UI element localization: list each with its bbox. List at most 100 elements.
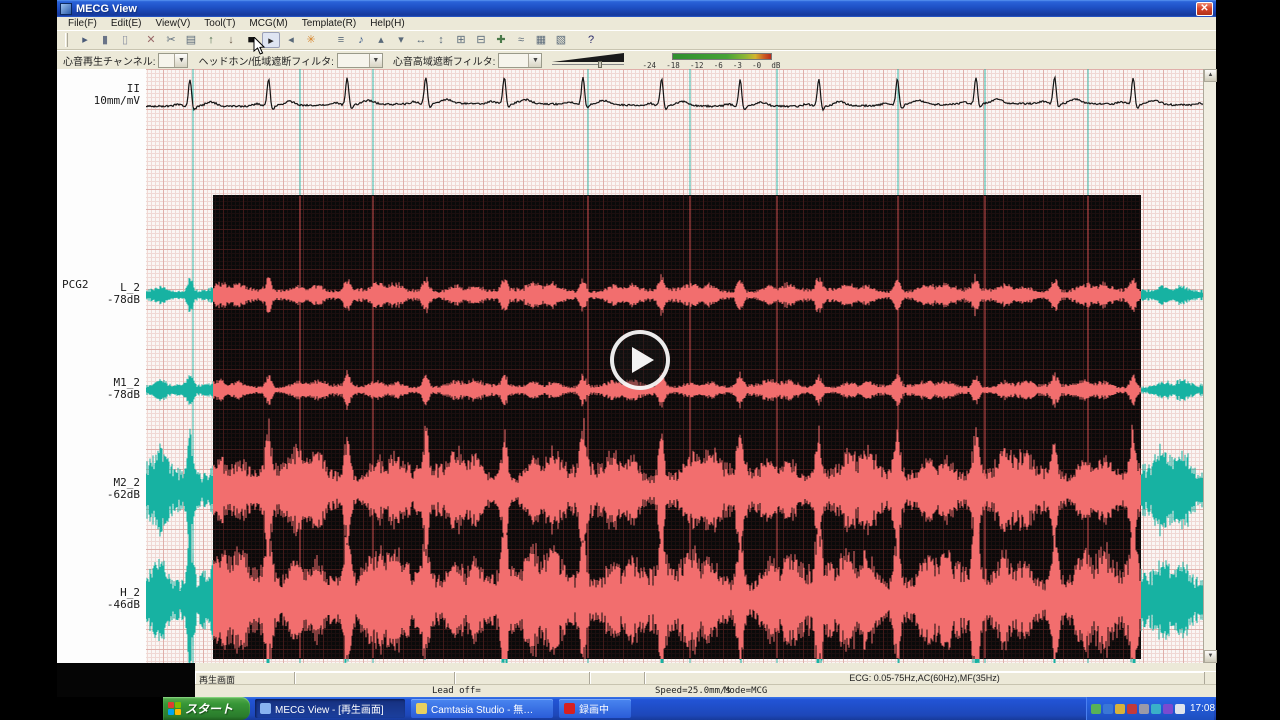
taskbar: スタート MECG View - [再生画面] Camtasia Studio -… [0,697,1280,720]
task-button-icon [260,703,271,714]
channel-combobox[interactable]: ▼ [158,53,188,68]
menu-item-1[interactable]: Edit(E) [104,17,149,30]
highcut-combobox-arrow-icon[interactable]: ▼ [528,54,541,67]
volume-slider-thumb[interactable] [598,61,602,68]
titlebar[interactable]: MECG View ✕ [57,0,1216,17]
toolbar-icon-24[interactable]: ▦ [532,32,550,48]
level-meter [672,53,772,60]
tray-icon-6[interactable] [1163,704,1173,714]
toolbar-icon-15[interactable]: ♪ [352,32,370,48]
toolbar-icon-11[interactable]: ◂ [282,32,300,48]
status-bar-secondary: Lead off= Speed=25.0mm/s Mode=MCG [195,684,1216,697]
toolbar-icon-23[interactable]: ≈ [512,32,530,48]
toolbar-icon-12[interactable]: ✳ [302,32,320,48]
volume-wedge[interactable] [552,52,628,69]
toolbar-icon-8[interactable]: ↓ [222,32,240,48]
task-button-2[interactable]: 録画中 [559,699,631,718]
toolbar-icon-18[interactable]: ↔ [412,32,430,48]
menu-item-6[interactable]: Help(H) [363,17,411,30]
task-button-0[interactable]: MECG View - [再生画面] [255,699,405,718]
sound-toolbar: 心音再生チャンネル: ▼ ヘッドホン/低域遮断フィルタ: ▼ 心音高域遮断フィル… [57,50,1216,69]
taskbar-strip: スタート MECG View - [再生画面] Camtasia Studio -… [163,697,1216,720]
toolbar-icon-17[interactable]: ▾ [392,32,410,48]
play-icon [632,347,654,373]
toolbar-icon-21[interactable]: ⊟ [472,32,490,48]
lowcut-filter-label: ヘッドホン/低域遮断フィルタ: [198,53,333,68]
channel-label-band [57,69,146,663]
volume-wedge-icon [552,52,628,64]
status-panel-2 [295,672,455,684]
tray-icon-0[interactable] [1091,704,1101,714]
toolbar-icon-6[interactable]: ▤ [182,32,200,48]
start-label: スタート [185,700,233,717]
toolbar-icon-14[interactable]: ≡ [332,32,350,48]
vertical-scrollbar[interactable]: ▲ ▼ [1203,69,1216,663]
scrollbar-up-icon[interactable]: ▲ [1204,69,1217,82]
toolbar-icon-25[interactable]: ▧ [552,32,570,48]
volume-slider-track[interactable] [552,64,624,65]
system-tray: 17:08 [1086,697,1214,720]
status-playback: 再生画面 [195,672,295,684]
ecg-scale: 10mm/mV [57,95,140,107]
task-button-icon [416,703,427,714]
channel-label-M1_2: M1_2-78dB [57,377,140,401]
menu-item-0[interactable]: File(F) [61,17,104,30]
app-icon [60,3,72,15]
status-gap [57,663,1216,671]
tray-icon-4[interactable] [1139,704,1149,714]
task-button-1[interactable]: Camtasia Studio - 無… [411,699,553,718]
ecg-lead-label: II10mm/mV [57,83,140,107]
toolbar-icon-20[interactable]: ⊞ [452,32,470,48]
task-button-label: MECG View - [再生画面] [275,701,384,716]
scrollbar-down-icon[interactable]: ▼ [1204,650,1217,663]
lowcut-combobox-arrow-icon[interactable]: ▼ [369,54,382,67]
task-button-icon [564,703,575,714]
toolbar-grip [65,33,68,47]
toolbar-icon-0[interactable]: ▸ [76,32,94,48]
channel-label-H_2: H_2-46dB [57,587,140,611]
highcut-filter-label: 心音高域遮断フィルタ: [393,53,496,68]
menu-item-3[interactable]: Tool(T) [197,17,242,30]
channel-gain: -78dB [57,389,140,401]
level-meter-wrap: -24-18-12-6-3-0dB [642,51,780,70]
toolbar-icon-5[interactable]: ✂ [162,32,180,48]
toolbar-icon-19[interactable]: ↕ [432,32,450,48]
tray-icon-3[interactable] [1127,704,1137,714]
channel-combobox-arrow-icon[interactable]: ▼ [174,54,187,67]
status-bar: 再生画面 ECG: 0.05-75Hz,AC(60Hz),MF(35Hz) [195,671,1216,684]
tray-icon-2[interactable] [1115,704,1125,714]
highcut-combobox[interactable]: ▼ [498,53,542,68]
channel-combobox-value [159,54,174,67]
tray-icon-1[interactable] [1103,704,1113,714]
close-button[interactable]: ✕ [1196,2,1213,16]
tray-icon-7[interactable] [1175,704,1185,714]
channel-gain: -78dB [57,294,140,306]
toolbar-icon-7[interactable]: ↑ [202,32,220,48]
lowcut-combobox[interactable]: ▼ [337,53,383,68]
start-button[interactable]: スタート [163,697,250,720]
toolbar-icon-22[interactable]: ✚ [492,32,510,48]
toolbar-main: ▸▮▯✕✂▤↑↓■▸◂✳≡♪▴▾↔↕⊞⊟✚≈▦▧? [57,30,1216,50]
status-panel-3 [455,672,590,684]
channel-gain: -46dB [57,599,140,611]
toolbar-icon-4[interactable]: ✕ [142,32,160,48]
toolbar-icon-27[interactable]: ? [582,32,600,48]
menu-item-4[interactable]: MCG(M) [242,17,294,30]
channel-select-label: 心音再生チャンネル: [63,53,155,68]
menu-item-5[interactable]: Template(R) [295,17,363,30]
mouse-cursor [253,37,265,55]
channel-label-L_2: L_2-78dB [57,282,140,306]
menubar: File(F)Edit(E)View(V)Tool(T)MCG(M)Templa… [57,17,1216,30]
video-play-button[interactable] [610,330,670,390]
tray-icons [1091,704,1187,714]
task-button-label: Camtasia Studio - 無… [431,701,533,716]
menu-item-2[interactable]: View(V) [148,17,197,30]
toolbar-icon-16[interactable]: ▴ [372,32,390,48]
status-lead-off: Lead off= [432,686,481,696]
status-ecg-settings: ECG: 0.05-75Hz,AC(60Hz),MF(35Hz) [645,672,1205,684]
toolbar-icon-1[interactable]: ▮ [96,32,114,48]
bottom-left-corner [57,663,195,697]
toolbar-icon-2[interactable]: ▯ [116,32,134,48]
tray-icon-5[interactable] [1151,704,1161,714]
task-button-label: 録画中 [579,701,609,716]
